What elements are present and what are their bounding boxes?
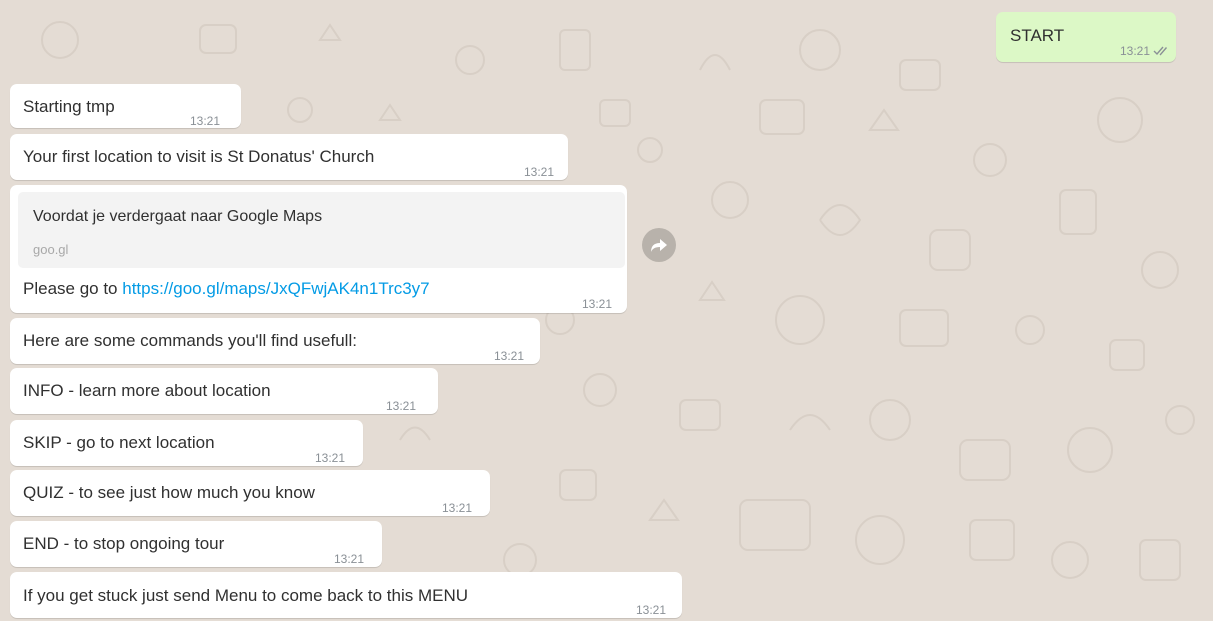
message-text: Your first location to visit is St Donat…	[23, 147, 375, 166]
message-time: 13:21	[636, 603, 667, 617]
incoming-message[interactable]: QUIZ - to see just how much you know 13:…	[10, 470, 490, 516]
message-text: Please go to https://goo.gl/maps/JxQFwjA…	[23, 278, 430, 300]
message-time: 13:21	[582, 297, 613, 311]
incoming-message[interactable]: Here are some commands you'll find usefu…	[10, 318, 540, 364]
incoming-message[interactable]: Your first location to visit is St Donat…	[10, 134, 568, 180]
message-text: If you get stuck just send Menu to come …	[23, 586, 469, 605]
message-text: START	[1010, 26, 1065, 45]
incoming-message[interactable]: SKIP - go to next location 13:21	[10, 420, 363, 466]
message-text: Starting tmp	[23, 97, 115, 116]
message-time: 13:21	[494, 349, 525, 363]
incoming-message[interactable]: END - to stop ongoing tour 13:21	[10, 521, 382, 567]
message-text-prefix: Please go to	[23, 279, 123, 298]
double-check-icon	[1153, 41, 1171, 56]
message-text: INFO - learn more about location	[23, 381, 271, 400]
link-preview-title: Voordat je verdergaat naar Google Maps	[33, 208, 323, 225]
link-preview[interactable]: Voordat je verdergaat naar Google Maps g…	[18, 192, 625, 268]
incoming-message-link[interactable]: Voordat je verdergaat naar Google Maps g…	[10, 185, 627, 313]
forward-button[interactable]	[642, 228, 676, 262]
incoming-message[interactable]: INFO - learn more about location 13:21	[10, 368, 438, 414]
message-time: 13:21	[524, 165, 555, 179]
link-preview-domain: goo.gl	[33, 242, 69, 257]
message-time: 13:21	[442, 501, 473, 515]
message-text: SKIP - go to next location	[23, 433, 215, 452]
message-time: 13:21	[190, 114, 221, 128]
message-time: 13:21	[334, 552, 365, 566]
message-time: 13:21	[386, 399, 417, 413]
outgoing-message[interactable]: START 13:21	[996, 12, 1176, 62]
message-text: Here are some commands you'll find usefu…	[23, 331, 357, 350]
incoming-message[interactable]: If you get stuck just send Menu to come …	[10, 572, 682, 618]
maps-link[interactable]: https://goo.gl/maps/JxQFwjAK4n1Trc3y7	[122, 279, 429, 298]
forward-icon	[650, 237, 668, 253]
message-text: END - to stop ongoing tour	[23, 534, 225, 553]
message-time: 13:21	[315, 451, 346, 465]
message-time: 13:21	[1120, 44, 1151, 58]
incoming-message[interactable]: Starting tmp 13:21	[10, 84, 241, 128]
message-text: QUIZ - to see just how much you know	[23, 483, 315, 502]
